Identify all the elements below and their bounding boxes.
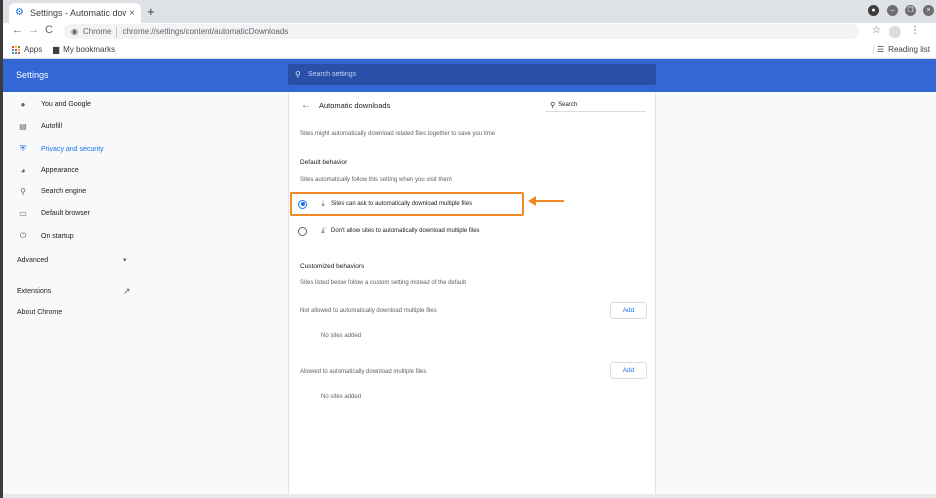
close-window-button[interactable]: × — [923, 5, 934, 16]
minimize-button[interactable]: – — [887, 5, 898, 16]
bookmarks-bar: Apps ▆ My bookmarks ☰ Reading list — [3, 41, 936, 59]
sidebar-item-label: Privacy and security — [41, 145, 104, 153]
sidebar-item-you-and-google[interactable]: ● You and Google — [17, 100, 91, 109]
sidebar-item-label: You and Google — [41, 101, 91, 108]
browser-window: ⚙ Settings - Automatic dow × + ● – ❐ × ←… — [0, 0, 936, 498]
sidebar-advanced[interactable]: Advanced — [17, 257, 48, 264]
sidebar-item-on-startup[interactable]: ⏻ On startup — [17, 231, 74, 241]
palette-icon: ◕ — [20, 166, 26, 175]
sidebar-item-search-engine[interactable]: ⚲ Search engine — [17, 187, 86, 196]
power-icon: ⏻ — [19, 231, 27, 240]
tab-settings[interactable]: ⚙ Settings - Automatic dow × — [9, 3, 141, 23]
search-placeholder: Search settings — [307, 71, 357, 78]
page-title: Settings — [16, 70, 49, 80]
sidebar-item-label: Autofill — [41, 123, 63, 130]
sidebar-item-default-browser[interactable]: ▭ Default browser — [17, 209, 90, 218]
open-in-new-icon[interactable]: ↗ — [123, 286, 131, 297]
allowed-empty: No sites added — [321, 394, 362, 400]
record-icon[interactable]: ● — [868, 5, 879, 16]
gear-icon: ⚙ — [15, 7, 24, 18]
radio-option-block[interactable]: ⤓̸ Don't allow sites to automatically do… — [298, 226, 480, 236]
folder-icon: ▆ — [53, 45, 60, 54]
add-not-allowed-button[interactable]: Add — [610, 302, 647, 319]
sidebar-item-autofill[interactable]: ▤ Autofill — [17, 122, 62, 131]
search-icon: ⚲ — [550, 101, 556, 109]
automatic-downloads-card: ← Automatic downloads ⚲ Search Sites mig… — [288, 92, 656, 498]
section-title: Automatic downloads — [319, 101, 391, 110]
shield-icon: ⛨ — [20, 144, 26, 153]
chevron-down-icon[interactable]: ▾ — [123, 256, 127, 264]
bookmark-star-icon[interactable]: ☆ — [872, 25, 881, 36]
profile-avatar[interactable] — [889, 26, 901, 38]
clipboard-icon: ▤ — [19, 122, 27, 131]
add-allowed-button[interactable]: Add — [610, 362, 647, 379]
back-button[interactable]: ← — [12, 24, 23, 36]
allowed-label: Allowed to automatically download multip… — [300, 369, 427, 375]
sidebar-item-appearance[interactable]: ◕ Appearance — [17, 166, 79, 175]
reading-list-button[interactable]: ☰ Reading list — [873, 45, 930, 54]
sidebar-extensions[interactable]: Extensions — [17, 288, 51, 295]
divider — [116, 26, 118, 37]
search-icon: ⚲ — [295, 70, 301, 79]
address-bar[interactable]: ◉ Chrome chrome://settings/content/autom… — [63, 24, 859, 39]
browser-icon: ▭ — [19, 209, 27, 218]
not-allowed-empty: No sites added — [321, 333, 362, 339]
customized-behaviors-sub: Sites listed below follow a custom setti… — [300, 280, 467, 286]
sidebar-item-label: Default browser — [41, 210, 91, 217]
url-text[interactable]: chrome://settings/content/automaticDownl… — [122, 27, 288, 36]
not-allowed-label: Not allowed to automatically download mu… — [300, 308, 437, 314]
sidebar-item-privacy-and-security[interactable]: ⛨ Privacy and security — [17, 144, 104, 154]
person-icon: ● — [20, 100, 26, 109]
page-search-label: Search — [558, 101, 578, 108]
annotation-arrow-icon — [528, 196, 564, 206]
settings-content: ● You and Google ▤ Autofill ⛨ Privacy an… — [3, 92, 936, 498]
sidebar-about-chrome[interactable]: About Chrome — [17, 309, 62, 316]
tab-strip: ⚙ Settings - Automatic dow × + ● – ❐ × — [3, 0, 936, 23]
settings-sidebar: ● You and Google ▤ Autofill ⛨ Privacy an… — [3, 92, 163, 498]
reload-button[interactable]: C — [45, 24, 53, 36]
default-behavior-heading: Default behavior — [300, 159, 348, 166]
sidebar-item-label: On startup — [41, 232, 74, 240]
tab-title: Settings - Automatic dow — [30, 8, 127, 18]
bookmark-my-bookmarks[interactable]: ▆ My bookmarks — [53, 45, 115, 54]
forward-button[interactable]: → — [28, 24, 39, 36]
site-chip: Chrome — [82, 27, 112, 36]
sidebar-item-label: Search engine — [41, 188, 87, 195]
menu-icon[interactable]: ⋮ — [910, 25, 920, 36]
new-tab-button[interactable]: + — [147, 4, 155, 19]
browser-toolbar: ← → C ◉ Chrome chrome://settings/content… — [3, 23, 936, 41]
bookmark-apps-label: Apps — [24, 45, 43, 54]
download-off-icon: ⤓̸ — [321, 226, 325, 235]
default-behavior-sub: Sites automatically follow this setting … — [300, 177, 452, 183]
settings-header: Settings ⚲ Search settings — [3, 59, 936, 92]
window-bottom-edge — [3, 494, 936, 498]
apps-grid-icon — [12, 45, 20, 54]
reading-list-icon: ☰ — [877, 45, 885, 54]
customized-behaviors-heading: Customized behaviors — [300, 263, 365, 270]
tab-close-icon[interactable]: × — [129, 8, 135, 19]
page-search-input[interactable]: ⚲ Search — [546, 98, 646, 112]
radio-option-label: Don't allow sites to automatically downl… — [331, 228, 480, 234]
reading-list-label: Reading list — [888, 45, 930, 54]
maximize-button[interactable]: ❐ — [905, 5, 916, 16]
sidebar-item-label: Appearance — [41, 167, 79, 174]
annotation-highlight-box — [290, 192, 524, 216]
chrome-logo-icon: ◉ — [71, 27, 78, 36]
back-arrow-icon[interactable]: ← — [301, 100, 311, 111]
page-description: Sites might automatically download relat… — [300, 131, 496, 137]
bookmark-apps[interactable]: Apps — [12, 45, 42, 54]
search-icon: ⚲ — [20, 187, 26, 196]
radio-button-unchecked[interactable] — [298, 226, 307, 236]
search-settings-input[interactable]: ⚲ Search settings — [288, 64, 656, 85]
bookmark-my-bookmarks-label: My bookmarks — [63, 45, 116, 54]
